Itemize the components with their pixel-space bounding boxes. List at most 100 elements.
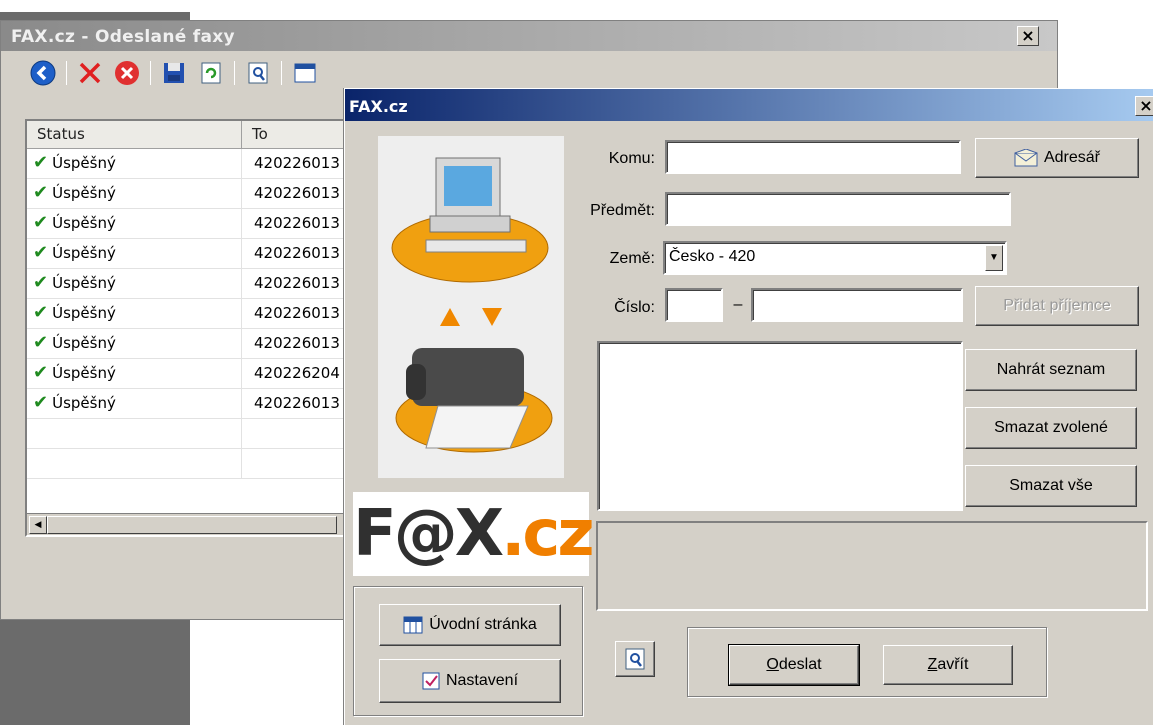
status-text: Úspěšný — [52, 274, 116, 292]
fax-dialog-titlebar: FAX.cz — [345, 89, 1153, 121]
add-recipient-label: Přidat příjemce — [1003, 297, 1111, 314]
address-book-button[interactable]: Adresář — [975, 138, 1139, 178]
fax-dialog: FAX.cz × F@X.cz Úvodní stránka Nastavení… — [344, 88, 1153, 725]
number-label: Číslo: — [614, 299, 655, 316]
settings-button[interactable]: Nastavení — [379, 659, 561, 703]
table-row-empty — [27, 419, 353, 449]
close-dialog-label: Zavřít — [927, 656, 969, 673]
table-row[interactable]: ✔ Úspěšný 420226013 — [27, 269, 353, 299]
status-cell: ✔ Úspěšný — [27, 269, 242, 298]
preview-icon[interactable] — [244, 59, 272, 87]
recipient-cell: 420226013 — [254, 184, 340, 202]
cancel-icon[interactable] — [113, 59, 141, 87]
recipients-list[interactable] — [597, 341, 963, 511]
recipient-cell: 420226013 — [254, 214, 340, 232]
recipient-cell: 420226013 — [254, 154, 340, 172]
envelope-icon — [1014, 149, 1038, 167]
status-text: Úspěšný — [52, 364, 116, 382]
sent-faxes-list: Status To ✔ Úspěšný 420226013 ✔ Úspěšný 42022… — [25, 119, 355, 537]
table-row-empty — [27, 449, 353, 479]
recipient-cell: 420226013 — [254, 304, 340, 322]
scroll-left-icon[interactable]: ◀ — [29, 516, 47, 534]
fax-illustration — [378, 136, 564, 478]
toolbar-separator — [150, 61, 151, 85]
refresh-icon[interactable] — [197, 59, 225, 87]
fax-cz-logo: F@X.cz — [353, 492, 595, 576]
table-row[interactable]: ✔ Úspěšný 420226204 — [27, 359, 353, 389]
load-list-button[interactable]: Nahrát seznam — [965, 349, 1137, 391]
status-cell: ✔ Úspěšný — [27, 209, 242, 238]
settings-label: Nastavení — [445, 672, 519, 689]
status-cell: ✔ Úspěšný — [27, 299, 242, 328]
send-button[interactable]: Odeslat — [728, 644, 860, 686]
close-button[interactable]: × — [1017, 26, 1039, 46]
table-row[interactable]: ✔ Úspěšný 420226013 — [27, 389, 353, 419]
recipient-input[interactable] — [665, 140, 961, 174]
status-text: Úspěšný — [52, 184, 116, 202]
settings-icon — [422, 672, 440, 690]
column-header-status[interactable]: Status — [27, 121, 242, 148]
column-header-to[interactable]: To — [242, 121, 353, 148]
table-row[interactable]: ✔ Úspěšný 420226013 — [27, 299, 353, 329]
status-area — [596, 521, 1148, 611]
number-dash: – — [733, 296, 743, 313]
table-row[interactable]: ✔ Úspěšný 420226013 — [27, 149, 353, 179]
delete-all-label: Smazat vše — [1009, 477, 1093, 494]
phone-number-input[interactable] — [751, 288, 963, 322]
recipient-label: Komu: — [608, 150, 655, 167]
recipient-cell: 420226204 — [254, 364, 340, 382]
fax-dialog-title: FAX.cz — [349, 97, 408, 116]
send-label: Odeslat — [766, 656, 822, 673]
list-header: Status To — [27, 121, 353, 149]
save-icon[interactable] — [160, 59, 188, 87]
recipient-cell: 420226013 — [254, 334, 340, 352]
home-page-button[interactable]: Úvodní stránka — [379, 604, 561, 646]
checkmark-icon: ✔ — [33, 242, 49, 263]
recipient-cell: 420226013 — [254, 274, 340, 292]
grid-icon[interactable] — [291, 59, 319, 87]
recipient-cell: 420226013 — [254, 244, 340, 262]
table-row[interactable]: ✔ Úspěšný 420226013 — [27, 209, 353, 239]
table-row[interactable]: ✔ Úspěšný 420226013 — [27, 329, 353, 359]
checkmark-icon: ✔ — [33, 302, 49, 323]
horizontal-scrollbar[interactable]: ◀ — [27, 513, 353, 535]
sent-faxes-titlebar: FAX.cz - Odeslané faxy — [1, 21, 1057, 51]
sent-faxes-title: FAX.cz - Odeslané faxy — [11, 27, 235, 47]
list-rows: ✔ Úspěšný 420226013 ✔ Úspěšný 420226013 ✔ Úspěš… — [27, 149, 353, 419]
close-button[interactable]: × — [1135, 96, 1153, 116]
preview-icon — [625, 648, 645, 670]
status-text: Úspěšný — [52, 304, 116, 322]
country-label: Země: — [609, 250, 655, 267]
back-icon[interactable] — [29, 59, 57, 87]
status-cell: ✔ Úspěšný — [27, 149, 242, 178]
load-list-label: Nahrát seznam — [996, 361, 1106, 378]
country-select-value: Česko - 420 — [669, 248, 756, 265]
delete-icon[interactable] — [76, 59, 104, 87]
subject-label: Předmět: — [590, 202, 655, 219]
toolbar — [29, 57, 319, 89]
subject-input[interactable] — [665, 192, 1011, 226]
add-recipient-button[interactable]: Přidat příjemce — [975, 286, 1139, 326]
area-code-input[interactable] — [665, 288, 723, 322]
table-row[interactable]: ✔ Úspěšný 420226013 — [27, 239, 353, 269]
table-row[interactable]: ✔ Úspěšný 420226013 — [27, 179, 353, 209]
status-text: Úspěšný — [52, 244, 116, 262]
delete-selected-button[interactable]: Smazat zvolené — [965, 407, 1137, 449]
chevron-down-icon[interactable]: ▼ — [985, 245, 1003, 271]
close-dialog-button[interactable]: Zavřít — [883, 645, 1013, 685]
status-cell: ✔ Úspěšný — [27, 329, 242, 358]
checkmark-icon: ✔ — [33, 392, 49, 413]
status-cell: ✔ Úspěšný — [27, 239, 242, 268]
country-select[interactable]: Česko - 420 ▼ — [663, 241, 1007, 275]
checkmark-icon: ✔ — [33, 212, 49, 233]
scrollbar-thumb[interactable] — [47, 516, 337, 534]
delete-all-button[interactable]: Smazat vše — [965, 465, 1137, 507]
checkmark-icon: ✔ — [33, 362, 49, 383]
home-page-label: Úvodní stránka — [429, 616, 537, 633]
status-text: Úspěšný — [52, 154, 116, 172]
checkmark-icon: ✔ — [33, 182, 49, 203]
status-cell: ✔ Úspěšný — [27, 179, 242, 208]
delete-selected-label: Smazat zvolené — [994, 419, 1108, 436]
desktop-gap — [0, 0, 190, 12]
preview-button[interactable] — [615, 641, 655, 677]
